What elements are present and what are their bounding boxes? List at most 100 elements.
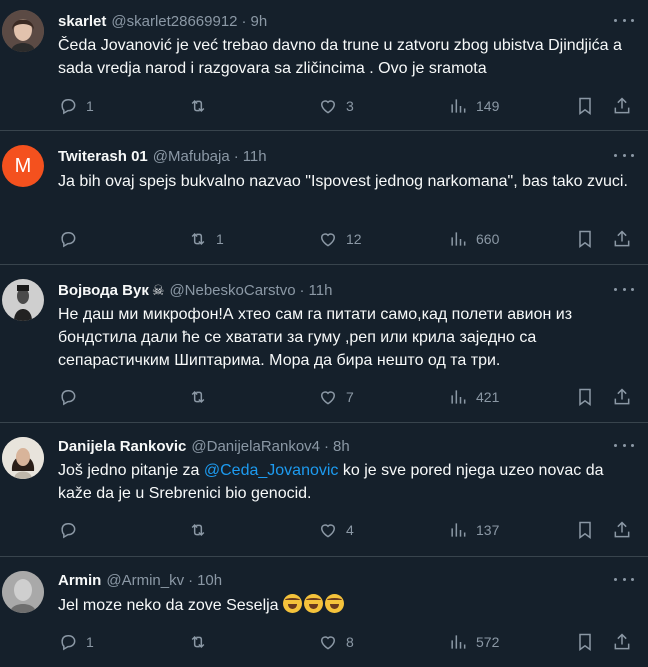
analytics-icon [451,523,466,537]
action-bar: 1 3 149 [58,95,634,117]
tweet-text: Čeda Jovanović je već trebao davno da tr… [58,37,622,77]
bookmark-icon [579,633,591,651]
display-name[interactable]: skarlet [58,13,106,30]
avatar-photo [2,279,44,321]
like-count: 12 [346,231,362,247]
display-name[interactable]: Twiterash 01 [58,148,148,165]
like-button[interactable]: 7 [318,386,354,408]
like-count: 7 [346,389,354,405]
display-name[interactable]: Armin [58,572,101,589]
like-button[interactable]: 8 [318,631,354,653]
view-count: 421 [476,389,500,405]
share-button[interactable] [612,95,632,117]
reply-button[interactable]: 1 [58,631,94,653]
view-count: 660 [476,231,500,247]
tweet[interactable]: Војвода Вук ☠ @NebeskoCarstvo · 11h Не д… [0,265,648,423]
tweet[interactable]: Armin @Armin_kv · 10h Jel moze neko da z… [0,557,648,667]
reply-icon [61,635,76,651]
views-button[interactable]: 149 [448,95,499,117]
user-handle[interactable]: @DanijelaRankov4 [191,438,320,455]
heart-icon [320,524,336,538]
avatar[interactable]: M [2,145,44,187]
like-button[interactable]: 12 [318,228,362,250]
reply-button[interactable]: 1 [58,95,94,117]
avatar[interactable] [2,437,44,479]
views-button[interactable]: 660 [448,228,499,250]
reply-button[interactable] [58,519,86,541]
display-name[interactable]: Војвода Вук [58,282,149,299]
tweet[interactable]: M Twiterash 01 @Mafubaja · 11h Ja bih ov… [0,131,648,265]
tweet-header: Војвода Вук ☠ @NebeskoCarstvo · 11h [58,279,608,301]
user-handle[interactable]: @NebeskoCarstvo [169,282,295,299]
display-name[interactable]: Danijela Rankovic [58,438,186,455]
user-handle[interactable]: @Mafubaja [153,148,230,165]
timestamp[interactable]: 11h [309,282,333,299]
share-icon [614,97,630,114]
separator-dot: · [188,571,194,589]
more-options-icon[interactable] [614,283,634,295]
separator-dot: · [324,437,330,455]
more-options-icon[interactable] [614,14,634,26]
avatar-photo [2,437,44,479]
tweet-text-body: Jel moze neko da zove Seselja [58,597,279,614]
more-options-icon[interactable] [614,149,634,161]
timestamp[interactable]: 11h [243,148,267,165]
views-button[interactable]: 137 [448,519,499,541]
analytics-icon [451,635,466,649]
user-handle[interactable]: @skarlet28669912 [111,13,237,30]
avatar-photo [2,571,44,613]
reply-icon [61,523,76,539]
heart-icon [320,636,336,650]
tweet[interactable]: skarlet @skarlet28669912 · 9h Čeda Jovan… [0,0,648,131]
bookmark-icon [579,230,591,248]
bookmark-button[interactable] [575,519,595,541]
analytics-icon [451,390,466,404]
avatar[interactable] [2,279,44,321]
share-button[interactable] [612,228,632,250]
tweet-text: Ja bih ovaj spejs bukvalno nazvao "Ispov… [58,173,628,190]
avatar-letter: M [14,154,32,177]
tweet-header: Armin @Armin_kv · 10h [58,569,608,591]
avatar-photo [2,10,44,52]
bookmark-icon [579,521,591,539]
like-count: 4 [346,522,354,538]
more-options-icon[interactable] [614,573,634,585]
reply-button[interactable] [58,228,86,250]
reply-count: 1 [86,634,94,650]
heart-icon [320,100,336,114]
action-bar: 4 137 [58,519,634,541]
avatar[interactable] [2,571,44,613]
share-button[interactable] [612,519,632,541]
mention-link[interactable]: @Ceda_Jovanovic [204,462,339,479]
reply-icon [61,232,76,248]
view-count: 137 [476,522,500,538]
tweet-text-start: Još jedno pitanje za [58,462,204,479]
like-button[interactable]: 3 [318,95,354,117]
tweet-header: skarlet @skarlet28669912 · 9h [58,10,608,32]
more-options-icon[interactable] [614,439,634,451]
heart-icon [320,391,336,405]
like-button[interactable]: 4 [318,519,354,541]
avatar[interactable] [2,10,44,52]
timestamp[interactable]: 10h [197,572,222,589]
views-button[interactable]: 572 [448,631,499,653]
share-button[interactable] [612,631,632,653]
like-count: 3 [346,98,354,114]
share-button[interactable] [612,386,632,408]
reply-button[interactable] [58,386,86,408]
share-icon [614,521,630,538]
repost-button[interactable] [188,519,216,541]
bookmark-button[interactable] [575,95,595,117]
bookmark-button[interactable] [575,228,595,250]
timestamp[interactable]: 8h [333,438,350,455]
repost-button[interactable]: 1 [188,228,224,250]
bookmark-button[interactable] [575,386,595,408]
bookmark-button[interactable] [575,631,595,653]
repost-button[interactable] [188,95,216,117]
tweet[interactable]: Danijela Rankovic @DanijelaRankov4 · 8h … [0,423,648,557]
views-button[interactable]: 421 [448,386,499,408]
repost-button[interactable] [188,386,216,408]
user-handle[interactable]: @Armin_kv [106,572,184,589]
timestamp[interactable]: 9h [251,13,268,30]
repost-button[interactable] [188,631,216,653]
